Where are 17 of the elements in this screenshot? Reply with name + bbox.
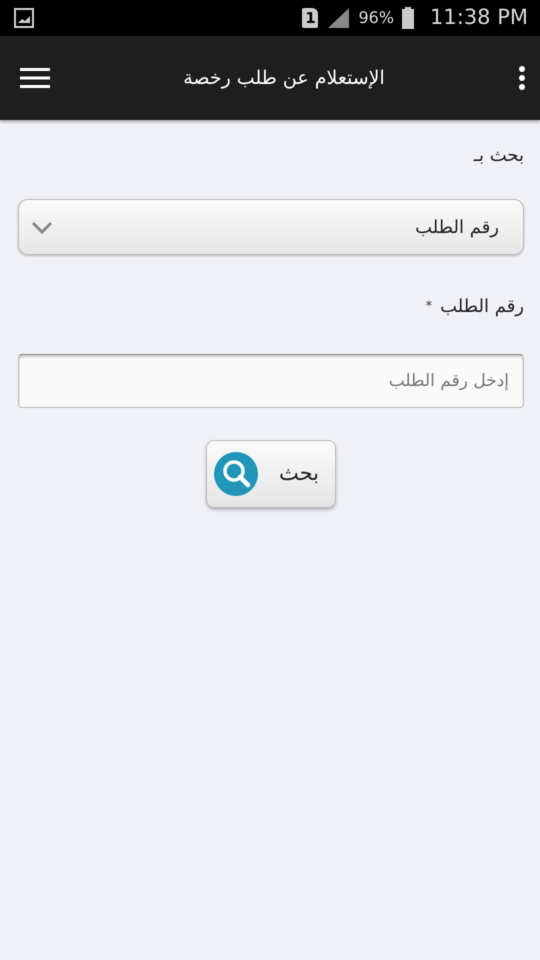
search-button[interactable]: بحث bbox=[206, 440, 336, 508]
clock-time: 11:38 PM bbox=[430, 4, 528, 32]
battery-icon bbox=[402, 7, 414, 29]
signal-icon bbox=[326, 7, 350, 29]
search-icon bbox=[213, 451, 259, 497]
search-by-label: بحث بـ bbox=[474, 145, 524, 166]
menu-icon[interactable] bbox=[20, 67, 50, 89]
search-by-dropdown[interactable]: رقم الطلب bbox=[18, 199, 524, 255]
request-number-label: رقم الطلب bbox=[440, 295, 524, 319]
battery-percent: 96% bbox=[358, 7, 394, 29]
required-mark: * bbox=[426, 298, 432, 316]
screen-title: الإستعلام عن طلب رخصة bbox=[183, 66, 385, 89]
more-options-icon[interactable] bbox=[518, 66, 526, 90]
request-number-field[interactable]: إدخل رقم الطلب bbox=[18, 354, 524, 408]
gallery-icon bbox=[14, 8, 34, 28]
sim-icon: 1 bbox=[302, 8, 318, 28]
chevron-down-icon bbox=[31, 220, 53, 234]
